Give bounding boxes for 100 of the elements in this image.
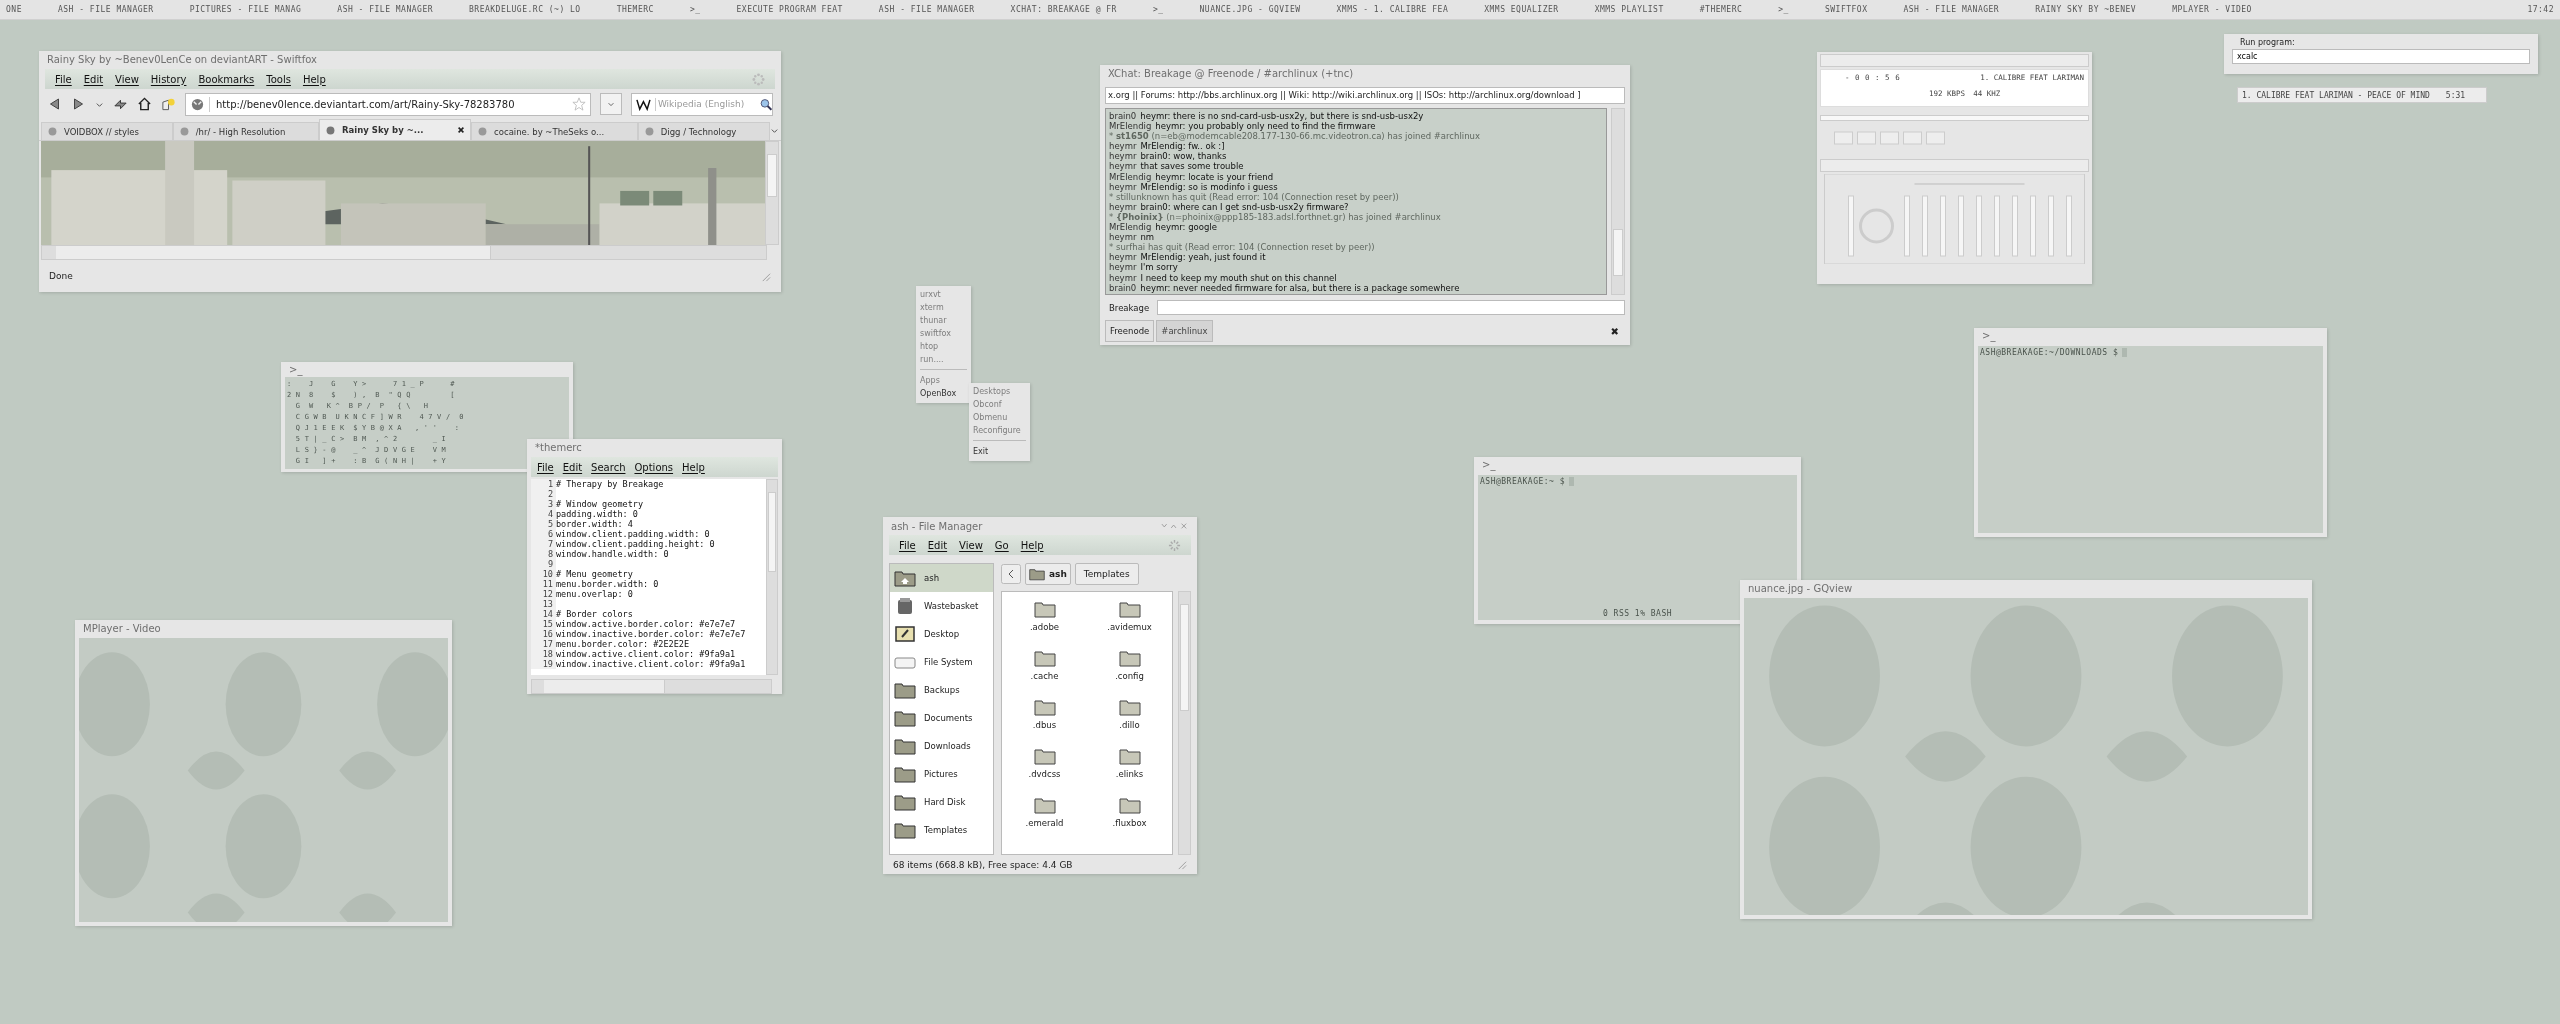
forward-icon[interactable] xyxy=(71,97,86,111)
menu-item[interactable]: Tools xyxy=(266,73,291,85)
star-icon[interactable] xyxy=(572,97,586,111)
back-icon[interactable] xyxy=(47,97,62,111)
place-item[interactable]: Templates xyxy=(890,816,993,844)
search-icon[interactable] xyxy=(759,97,772,111)
taskbar-item[interactable]: THEMERC xyxy=(616,5,654,14)
file-name[interactable]: .avidemux xyxy=(1107,622,1152,632)
taskbar-item[interactable]: ASH - FILE MANAGER xyxy=(1903,5,2000,14)
window-controls-icon[interactable] xyxy=(1161,522,1189,530)
folder-icon[interactable] xyxy=(1118,796,1141,814)
taskbar-item[interactable]: >_ xyxy=(689,5,701,14)
taskbar-item[interactable]: MPLAYER - VIDEO xyxy=(2172,5,2252,14)
file-name[interactable]: .dbus xyxy=(1032,720,1057,730)
menu-item[interactable]: History xyxy=(150,73,187,85)
channel-tab[interactable]: #archlinux xyxy=(1156,320,1213,342)
menu-item[interactable]: File xyxy=(55,73,72,85)
taskbar-item[interactable]: >_ xyxy=(1152,5,1164,14)
folder-icon[interactable] xyxy=(1033,649,1056,667)
folder-icon[interactable] xyxy=(1118,747,1141,765)
folder-icon[interactable] xyxy=(1033,796,1056,814)
browser-tab[interactable]: VOIDBOX // styles xyxy=(41,122,173,140)
place-item[interactable]: Hard Disk xyxy=(890,788,993,816)
folder-icon[interactable] xyxy=(1033,747,1056,765)
menu-item[interactable]: File xyxy=(899,539,916,551)
file-name[interactable]: .cache xyxy=(1030,671,1059,681)
playlist-entry[interactable]: 1. CALIBRE FEAT LARIMAN - PEACE OF MIND xyxy=(2242,90,2430,100)
menu-item[interactable]: Help xyxy=(302,73,326,85)
search-field[interactable]: Wikipedia (English) xyxy=(655,98,760,110)
scrollbar[interactable] xyxy=(41,245,767,260)
url-field[interactable]: http://benev0lence.deviantart.com/art/Rainy-Sky-78283780 xyxy=(185,92,591,116)
file-name[interactable]: .dvdcss xyxy=(1028,769,1061,779)
channel-tab[interactable]: Freenode xyxy=(1105,320,1155,342)
place-item[interactable]: File System xyxy=(890,648,993,676)
tab-list-icon[interactable] xyxy=(770,126,779,135)
taskbar-item[interactable]: XMMS - 1. CALIBRE FEA xyxy=(1336,5,1449,14)
taskbar-item[interactable]: XMMS EQUALIZER xyxy=(1484,5,1559,14)
home-icon[interactable] xyxy=(137,97,152,111)
taskbar-item[interactable]: ASH - FILE MANAGER xyxy=(337,5,433,14)
scrollbar[interactable] xyxy=(1178,591,1191,855)
file-name[interactable]: .config xyxy=(1115,671,1144,681)
taskbar-item[interactable]: #THEMERC xyxy=(1699,5,1743,14)
file-name[interactable]: .adobe xyxy=(1029,622,1060,632)
nick-label[interactable]: Breakage xyxy=(1105,302,1154,313)
browser-tab[interactable]: Rainy Sky by ~... xyxy=(319,119,472,140)
close-button[interactable]: ✖ xyxy=(1610,325,1619,337)
taskbar-item[interactable]: XMMS PLAYLIST xyxy=(1594,5,1664,14)
taskbar-item[interactable]: ASH - FILE MANAGER xyxy=(57,5,154,14)
bookmark-icon[interactable] xyxy=(161,97,176,111)
menu-item[interactable]: Help xyxy=(1020,539,1044,551)
scrollbar[interactable] xyxy=(531,679,772,694)
menu-item[interactable]: Go xyxy=(994,539,1009,551)
menu-item[interactable]: File xyxy=(537,461,554,473)
browser-tab[interactable]: /hr/ - High Resolution xyxy=(172,122,320,140)
browser-tab[interactable]: cocaine. by ~TheSeks o... xyxy=(471,122,638,140)
place-item[interactable]: Documents xyxy=(890,704,993,732)
browser-tab[interactable]: Digg / Technology xyxy=(637,122,770,140)
taskbar-item[interactable]: 17:42 xyxy=(2527,5,2554,14)
menu-item[interactable]: Edit xyxy=(562,461,583,473)
message-field[interactable] xyxy=(1157,300,1625,315)
menu-item[interactable]: Options xyxy=(634,461,674,473)
search-bar[interactable]: Wikipedia (English) xyxy=(631,92,773,116)
taskbar-item[interactable]: NUANCE.JPG - GQVIEW xyxy=(1199,5,1301,14)
menu-item[interactable]: Help xyxy=(682,461,705,473)
menu-item[interactable]: OpenBox xyxy=(916,387,971,400)
scrollbar[interactable] xyxy=(765,141,779,245)
path-button[interactable]: Templates xyxy=(1074,563,1139,585)
place-item[interactable]: ash xyxy=(890,564,993,592)
folder-icon[interactable] xyxy=(1033,600,1056,618)
scrollbar[interactable] xyxy=(766,479,778,675)
place-item[interactable]: Pictures xyxy=(890,760,993,788)
folder-icon[interactable] xyxy=(1118,600,1141,618)
taskbar-item[interactable]: BREAKDELUGE.RC (~) LO xyxy=(469,5,581,14)
scrollbar[interactable] xyxy=(1611,108,1625,295)
taskbar-item[interactable]: RAINY SKY BY ~BENEV xyxy=(2035,5,2137,14)
resize-grip-icon[interactable] xyxy=(1176,859,1187,870)
close-icon[interactable] xyxy=(457,126,466,134)
taskbar-item[interactable]: ONE xyxy=(6,5,22,14)
file-name[interactable]: .fluxbox xyxy=(1112,818,1147,828)
taskbar-item[interactable]: EXECUTE PROGRAM FEAT xyxy=(736,5,843,14)
place-item[interactable]: Desktop xyxy=(890,620,993,648)
menu-item[interactable]: Exit xyxy=(969,445,1030,458)
path-button[interactable]: ash xyxy=(1025,563,1071,585)
place-item[interactable]: Downloads xyxy=(890,732,993,760)
folder-icon[interactable] xyxy=(1033,698,1056,716)
place-item[interactable]: Backups xyxy=(890,676,993,704)
reload-icon[interactable] xyxy=(113,97,128,111)
menu-item[interactable]: Bookmarks xyxy=(198,73,255,85)
topic-field[interactable]: x.org || Forums: http://bbs.archlinux.org || Wiki: http://wiki.archlinux.org || ISOs: http://archlinux.org/download ] xyxy=(1105,87,1625,104)
file-name[interactable]: .dillo xyxy=(1119,720,1140,730)
resize-grip-icon[interactable] xyxy=(760,270,771,282)
menu-item[interactable]: Edit xyxy=(83,73,104,85)
taskbar-item[interactable]: SWIFTFOX xyxy=(1824,5,1868,14)
taskbar-item[interactable]: XCHAT: BREAKAGE @ FR xyxy=(1010,5,1117,14)
menu-item[interactable]: View xyxy=(959,539,983,551)
menu-item[interactable]: Search xyxy=(591,461,626,473)
command-field[interactable]: xcalc xyxy=(2232,49,2530,64)
menu-item[interactable]: Edit xyxy=(927,539,948,551)
taskbar-item[interactable]: PICTURES - FILE MANAG xyxy=(189,5,302,14)
folder-icon[interactable] xyxy=(1118,649,1141,667)
